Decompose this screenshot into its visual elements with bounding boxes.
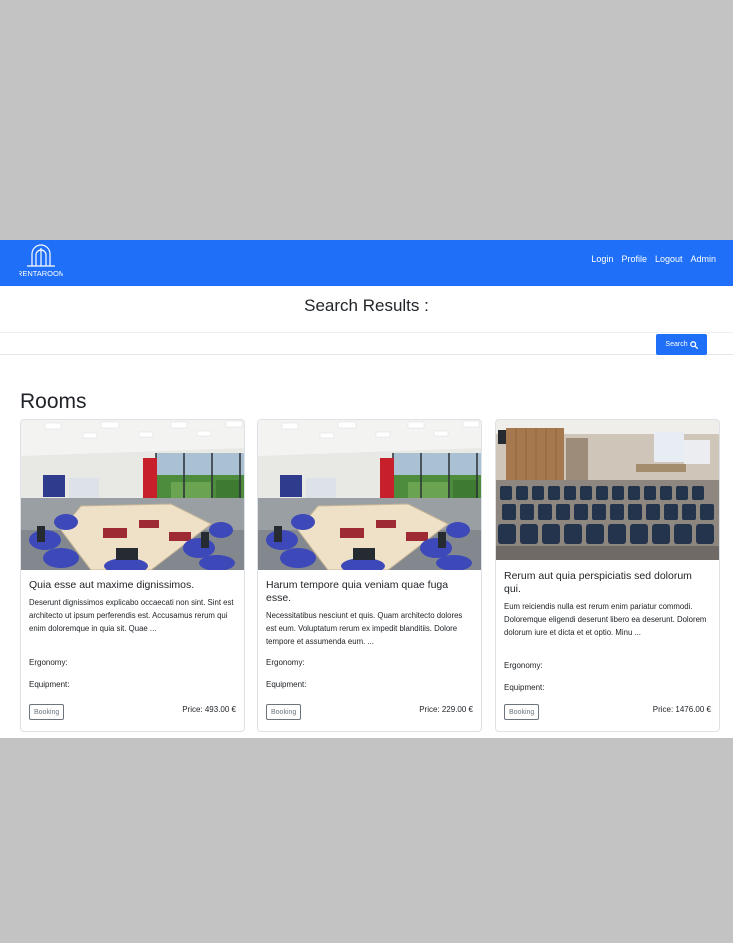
room-description: Eum reiciendis nulla est rerum enim pari… bbox=[504, 602, 707, 637]
room-title: Rerum aut quia perspiciatis sed dolorum … bbox=[504, 570, 692, 595]
brand-logo-text: RENTAROOM bbox=[19, 269, 63, 278]
navbar: RENTAROOM Login Profile Logout Admin bbox=[0, 240, 733, 286]
room-equipment-label: Equipment: bbox=[504, 683, 545, 692]
rooms-heading: Rooms bbox=[20, 390, 87, 413]
booking-button[interactable]: Booking bbox=[266, 704, 302, 720]
search-button[interactable]: Search bbox=[656, 334, 707, 355]
room-ergonomy-label: Ergonomy: bbox=[266, 658, 305, 667]
room-price: Price: 1476.00 € bbox=[652, 705, 711, 714]
room-card: Quia esse aut maxime dignissimos. Deseru… bbox=[20, 419, 245, 732]
room-image bbox=[21, 420, 244, 570]
room-equipment-label: Equipment: bbox=[266, 680, 307, 689]
room-ergonomy-label: Ergonomy: bbox=[29, 658, 68, 667]
room-title: Quia esse aut maxime dignissimos. bbox=[29, 579, 195, 591]
nav-links: Login Profile Logout Admin bbox=[591, 254, 716, 264]
room-price: Price: 229.00 € bbox=[419, 705, 473, 714]
nav-profile-link[interactable]: Profile bbox=[621, 254, 647, 264]
room-image bbox=[496, 420, 719, 560]
search-button-label: Search bbox=[665, 341, 688, 348]
booking-button[interactable]: Booking bbox=[504, 704, 540, 720]
booking-button[interactable]: Booking bbox=[29, 704, 65, 720]
search-icon bbox=[689, 340, 698, 349]
app-page: RENTAROOM Login Profile Logout Admin Sea… bbox=[0, 240, 733, 738]
room-description: Deserunt dignissimos explicabo occaecati… bbox=[29, 598, 234, 633]
nav-login-link[interactable]: Login bbox=[591, 254, 613, 264]
room-ergonomy-label: Ergonomy: bbox=[504, 661, 543, 670]
nav-admin-link[interactable]: Admin bbox=[690, 254, 716, 264]
room-image bbox=[258, 420, 481, 570]
room-card: Rerum aut quia perspiciatis sed dolorum … bbox=[495, 419, 720, 732]
search-bar[interactable] bbox=[0, 332, 733, 355]
room-description: Necessitatibus nesciunt et quis. Quam ar… bbox=[266, 611, 463, 646]
room-title: Harum tempore quia veniam quae fuga esse… bbox=[266, 579, 449, 604]
room-equipment-label: Equipment: bbox=[29, 680, 70, 689]
brand-logo[interactable]: RENTAROOM bbox=[17, 244, 65, 282]
room-price: Price: 493.00 € bbox=[182, 705, 236, 714]
room-card: Harum tempore quia veniam quae fuga esse… bbox=[257, 419, 482, 732]
nav-logout-link[interactable]: Logout bbox=[655, 254, 683, 264]
search-results-title: Search Results : bbox=[304, 296, 429, 315]
